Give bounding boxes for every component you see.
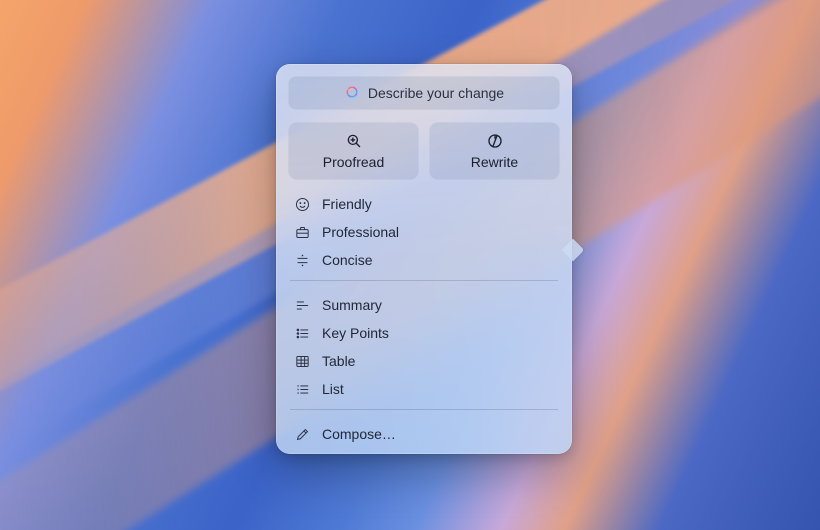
menu-item-label: Summary	[322, 297, 382, 313]
separator	[290, 409, 558, 410]
table-icon	[294, 353, 311, 370]
concise-icon	[294, 252, 311, 269]
menu-item-label: Compose…	[322, 426, 396, 442]
format-list-item[interactable]: List	[288, 375, 560, 403]
describe-change-field[interactable]: Describe your change	[288, 76, 560, 110]
rewrite-label: Rewrite	[471, 154, 518, 170]
menu-item-label: Key Points	[322, 325, 389, 341]
apple-intelligence-icon	[344, 84, 360, 103]
magnifier-icon	[345, 132, 363, 150]
pencil-icon	[294, 426, 311, 443]
tone-professional[interactable]: Professional	[288, 218, 560, 246]
describe-change-placeholder: Describe your change	[368, 85, 504, 101]
tool-button-row: Proofread Rewrite	[288, 122, 560, 180]
menu-item-label: Table	[322, 353, 355, 369]
writing-tools-panel: Describe your change Proofread	[276, 64, 572, 454]
briefcase-icon	[294, 224, 311, 241]
tone-concise[interactable]: Concise	[288, 246, 560, 274]
rewrite-icon	[486, 132, 504, 150]
tone-list: Friendly Professional Concise	[288, 190, 560, 274]
proofread-label: Proofread	[323, 154, 384, 170]
proofread-button[interactable]: Proofread	[288, 122, 419, 180]
menu-item-label: Professional	[322, 224, 399, 240]
summary-icon	[294, 297, 311, 314]
menu-item-label: List	[322, 381, 344, 397]
format-table[interactable]: Table	[288, 347, 560, 375]
format-summary[interactable]: Summary	[288, 291, 560, 319]
separator	[290, 280, 558, 281]
format-list: Summary Key Points Table List	[288, 291, 560, 403]
bullet-list-icon	[294, 325, 311, 342]
compose-item[interactable]: Compose…	[288, 420, 560, 448]
list-icon	[294, 381, 311, 398]
smile-icon	[294, 196, 311, 213]
menu-item-label: Concise	[322, 252, 373, 268]
tone-friendly[interactable]: Friendly	[288, 190, 560, 218]
compose-section: Compose…	[288, 420, 560, 448]
menu-item-label: Friendly	[322, 196, 372, 212]
format-keypoints[interactable]: Key Points	[288, 319, 560, 347]
rewrite-button[interactable]: Rewrite	[429, 122, 560, 180]
